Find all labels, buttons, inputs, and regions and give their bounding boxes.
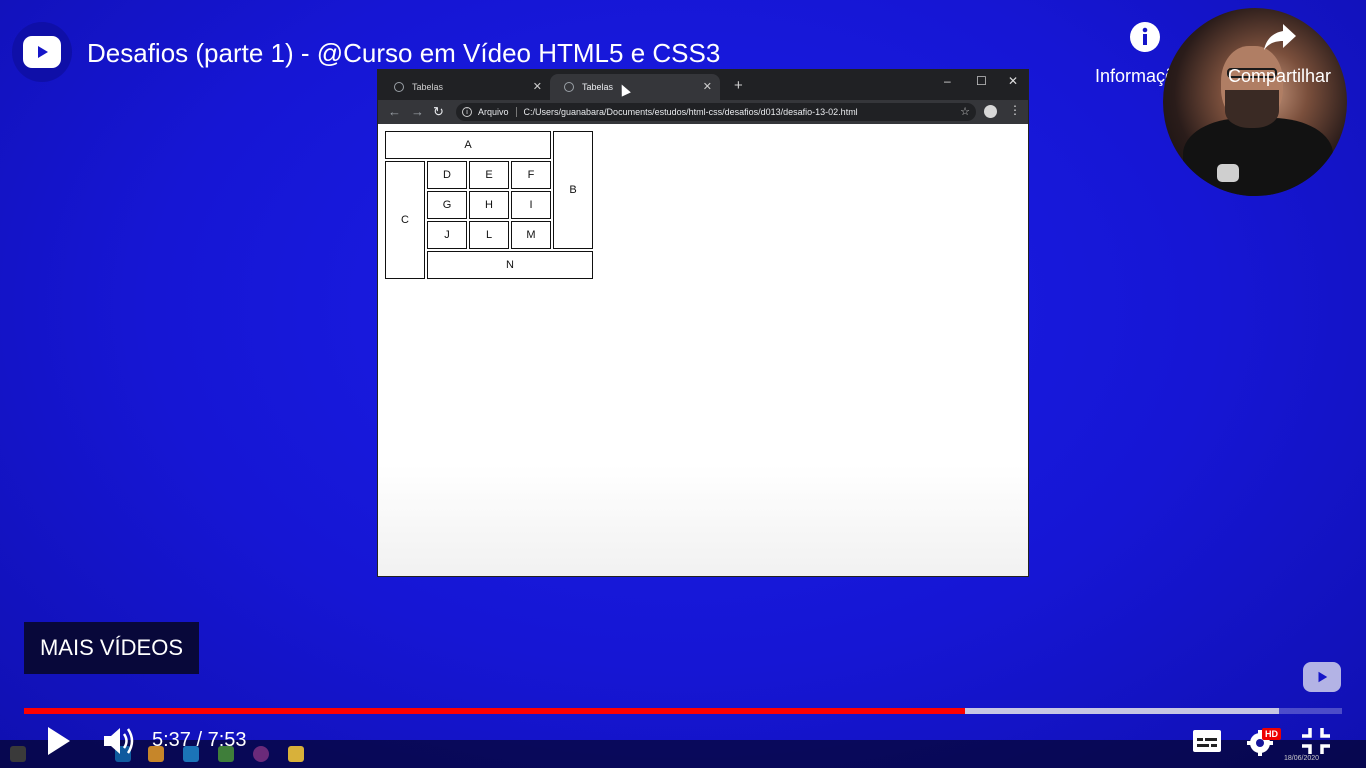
volume-button[interactable] <box>102 724 138 758</box>
address-scheme: Arquivo <box>478 107 509 117</box>
profile-icon <box>984 105 997 118</box>
subtitles-icon <box>1193 730 1221 752</box>
tab-label: Tabelas <box>412 82 444 92</box>
play-icon <box>48 727 70 755</box>
tab-label: Tabelas <box>582 82 614 92</box>
globe-icon <box>394 82 404 92</box>
recorded-browser-window: Tabelas ✕ Tabelas ✕ + – ☐ ✕ ← → ↻ i Arqu… <box>377 69 1029 577</box>
settings-button[interactable]: HD <box>1246 724 1281 758</box>
reload-icon: ↻ <box>433 104 444 119</box>
table-cell: J <box>427 221 467 249</box>
recorder-icon <box>253 746 269 762</box>
info-icon <box>1129 18 1161 56</box>
maximize-icon: ☐ <box>976 74 987 88</box>
hd-badge: HD <box>1262 728 1281 740</box>
minimize-icon: – <box>944 74 951 88</box>
watermark-icon <box>1217 164 1239 182</box>
table-cell: G <box>427 191 467 219</box>
table-cell: I <box>511 191 551 219</box>
youtube-logo-icon <box>1318 671 1328 683</box>
share-button[interactable]: Compartilhar <box>1228 18 1331 87</box>
plus-icon: + <box>734 77 743 94</box>
globe-icon <box>564 82 574 92</box>
video-progress-bar[interactable] <box>24 708 1342 714</box>
close-icon: ✕ <box>1008 74 1019 88</box>
channel-watermark[interactable] <box>1303 662 1341 692</box>
star-icon: ☆ <box>960 106 970 118</box>
menu-icon: ⋮ <box>1009 103 1021 117</box>
browser-tab: Tabelas ✕ <box>380 74 550 100</box>
more-videos-button[interactable]: MAIS VÍDEOS <box>24 622 199 674</box>
table-cell: H <box>469 191 509 219</box>
exit-fullscreen-button[interactable] <box>1300 724 1332 758</box>
table-cell: A <box>385 131 551 159</box>
browser-toolbar: ← → ↻ i Arquivo C:/Users/guanabara/Docum… <box>378 100 1028 124</box>
address-url: C:/Users/guanabara/Documents/estudos/htm… <box>523 107 858 117</box>
share-label: Compartilhar <box>1228 66 1332 86</box>
address-bar: i Arquivo C:/Users/guanabara/Documents/e… <box>456 103 976 121</box>
browser-tab-active: Tabelas ✕ <box>550 74 720 100</box>
video-title[interactable]: Desafios (parte 1) - @Curso em Vídeo HTM… <box>87 38 720 69</box>
browser-tab-bar: Tabelas ✕ Tabelas ✕ + – ☐ ✕ <box>378 70 1028 100</box>
table-cell: L <box>469 221 509 249</box>
volume-icon <box>104 728 134 754</box>
table-cell: D <box>427 161 467 189</box>
windows-start-icon <box>10 746 26 762</box>
html-table: A B C D E F G H I J L M N <box>383 129 595 281</box>
channel-logo[interactable] <box>12 22 72 82</box>
play-button[interactable] <box>44 724 74 758</box>
table-cell: F <box>511 161 551 189</box>
back-icon: ← <box>388 104 401 119</box>
table-cell: E <box>469 161 509 189</box>
table-cell: M <box>511 221 551 249</box>
share-icon <box>1263 18 1297 56</box>
time-display: 5:37 / 7:53 <box>152 729 247 751</box>
table-cell: B <box>553 131 593 249</box>
subtitles-button[interactable] <box>1191 726 1223 756</box>
folder-icon <box>288 746 304 762</box>
youtube-logo-icon <box>23 36 61 68</box>
exit-fullscreen-icon <box>1302 728 1330 754</box>
progress-played <box>24 708 966 714</box>
table-cell: C <box>385 161 425 279</box>
close-icon: ✕ <box>532 81 542 93</box>
close-icon: ✕ <box>702 81 712 93</box>
forward-icon: → <box>411 104 424 119</box>
info-icon: i <box>462 107 472 117</box>
table-cell: N <box>427 251 593 279</box>
browser-viewport: A B C D E F G H I J L M N <box>378 124 1028 576</box>
